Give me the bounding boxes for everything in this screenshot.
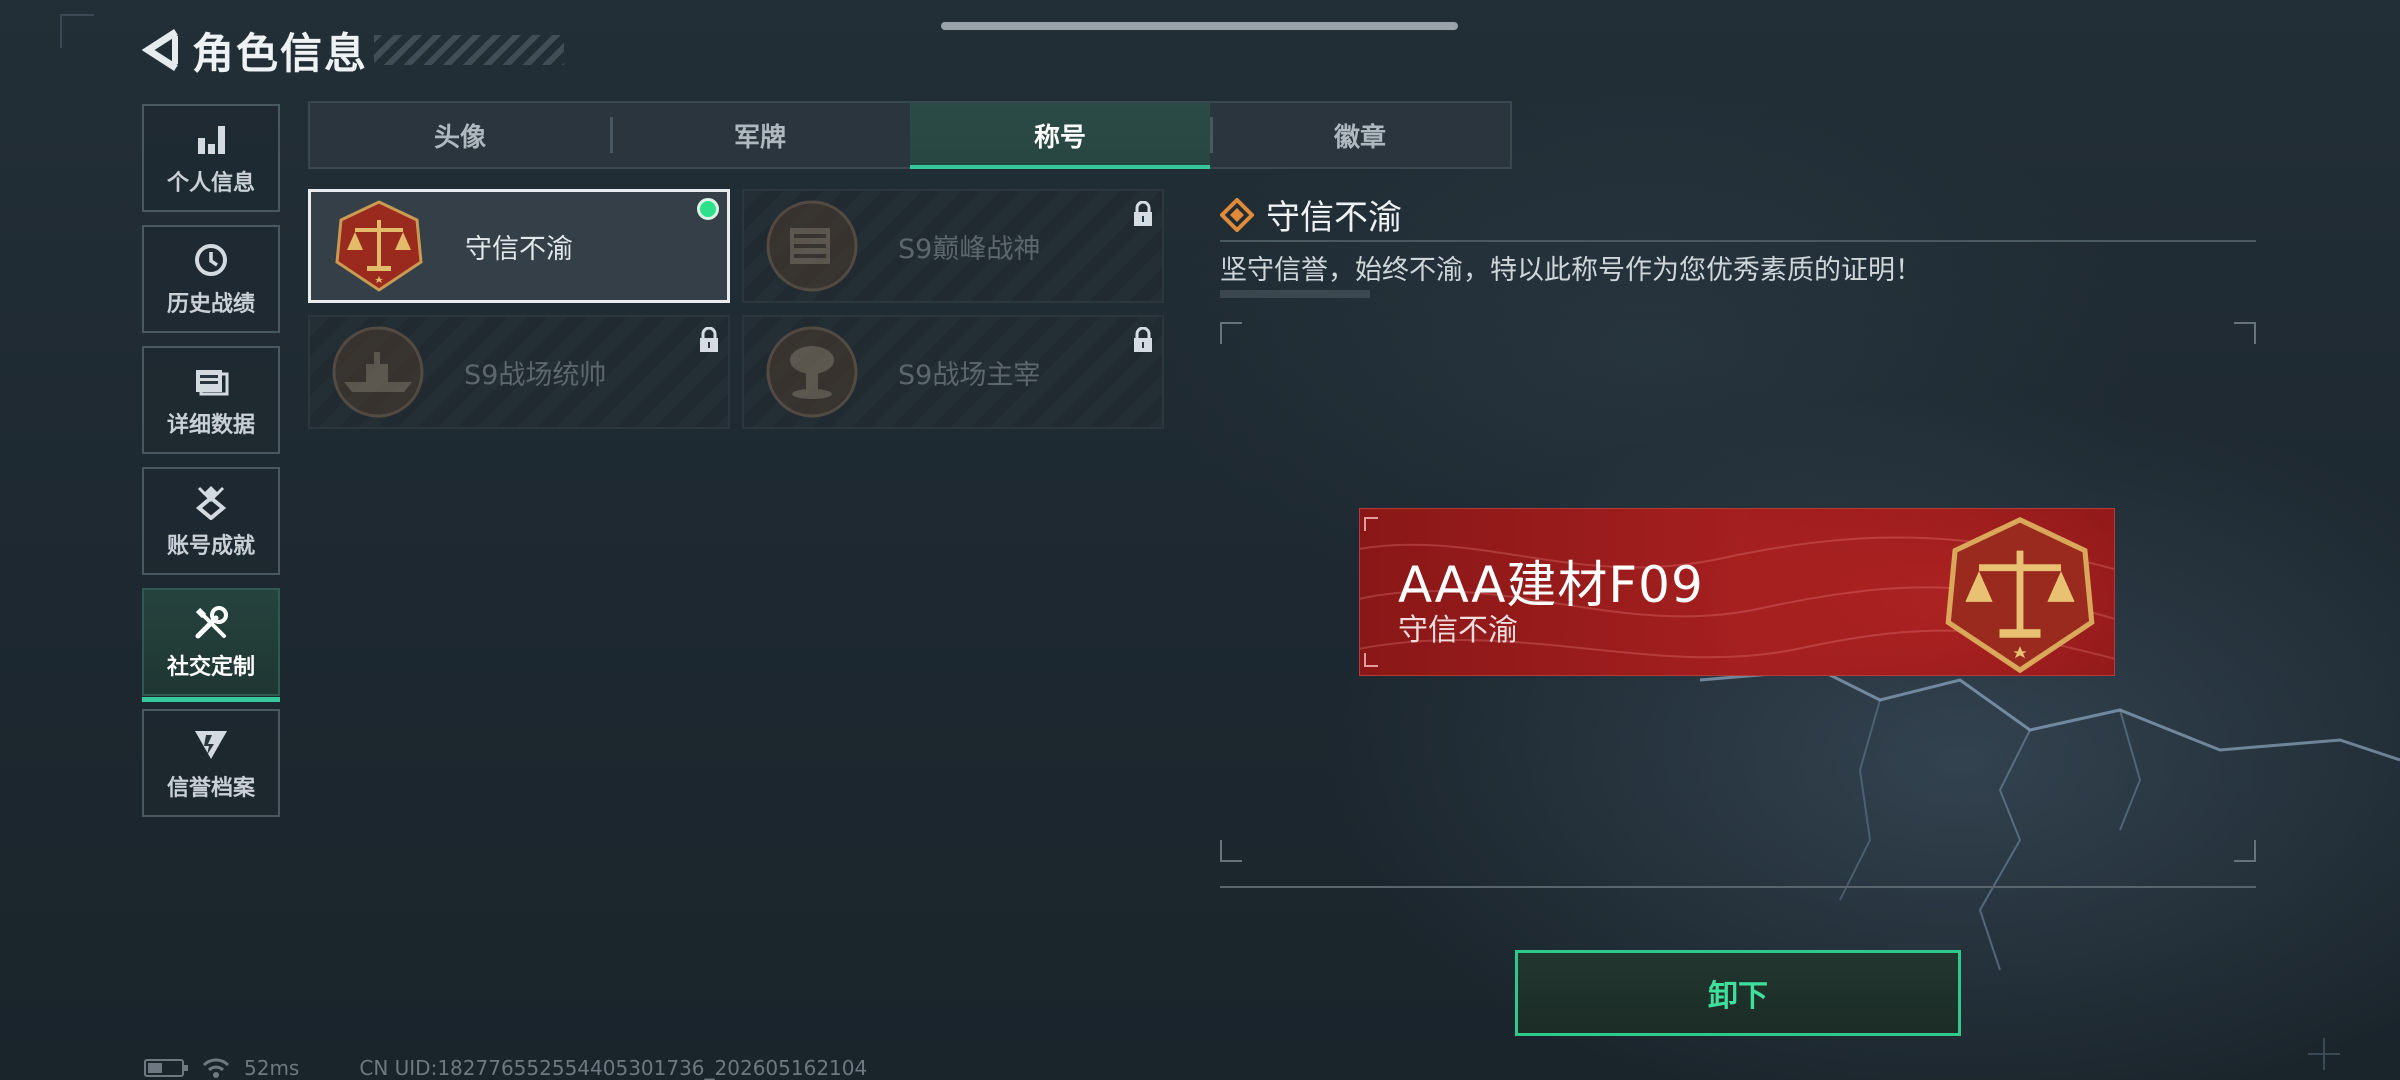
lock-icon bbox=[700, 327, 718, 352]
diamond-icon bbox=[1220, 197, 1254, 232]
title-card-name: S9战场主宰 bbox=[898, 359, 1041, 391]
lock-icon bbox=[1134, 201, 1152, 226]
title-card-trustworthy[interactable]: 守信不渝 bbox=[308, 189, 730, 303]
scales-emblem-icon bbox=[331, 198, 427, 294]
tools-icon bbox=[195, 606, 228, 639]
title-card-s9-peak-god[interactable]: S9巅峰战神 bbox=[742, 189, 1164, 303]
detail-divider bbox=[1220, 240, 2256, 242]
sidebar-item-label: 详细数据 bbox=[166, 413, 255, 438]
top-drag-handle[interactable] bbox=[941, 22, 1458, 30]
mushroom-cloud-emblem-icon bbox=[764, 324, 860, 420]
title-card-s9-battlefield-commander[interactable]: S9战场统帅 bbox=[308, 315, 730, 429]
nameplate-preview: AAA建材F09 守信不渝 bbox=[1359, 508, 2115, 676]
sidebar-item-label: 社交定制 bbox=[166, 655, 255, 680]
title-card-name: S9巅峰战神 bbox=[898, 233, 1041, 265]
sidebar-item-social-customization[interactable]: 社交定制 bbox=[142, 588, 280, 702]
corner-mark bbox=[60, 14, 94, 48]
tab-avatar[interactable]: 头像 bbox=[310, 103, 610, 167]
back-arrow-icon bbox=[142, 29, 178, 71]
detail-subtext-bar bbox=[1220, 290, 1370, 298]
status-bar: 52ms CN UID:1827765525544053017​36_20260… bbox=[144, 1056, 867, 1080]
wifi-icon bbox=[202, 1058, 230, 1078]
sidebar: 个人信息 历史战绩 详细数据 账号成就 社交定制 信誉档案 bbox=[142, 104, 280, 830]
sidebar-item-reputation-record[interactable]: 信誉档案 bbox=[142, 709, 280, 817]
unequip-button[interactable]: 卸下 bbox=[1515, 950, 1961, 1036]
bar-chart-icon bbox=[198, 126, 225, 154]
sidebar-item-label: 信誉档案 bbox=[166, 776, 255, 801]
nameplate-title: 守信不渝 bbox=[1398, 613, 1518, 648]
ping-value: 52ms bbox=[244, 1056, 300, 1080]
warship-emblem-icon bbox=[330, 324, 426, 420]
sidebar-item-label: 账号成就 bbox=[166, 534, 255, 559]
shield-badge-icon bbox=[195, 731, 227, 759]
sidebar-item-label: 个人信息 bbox=[166, 171, 255, 196]
title-card-s9-battlefield-ruler[interactable]: S9战场主宰 bbox=[742, 315, 1164, 429]
fortress-emblem-icon bbox=[764, 198, 860, 294]
clock-icon bbox=[195, 244, 227, 276]
title-card-name: 守信不渝 bbox=[465, 233, 573, 265]
header: 角色信息 bbox=[140, 22, 565, 78]
tab-title[interactable]: 称号 bbox=[910, 103, 1210, 169]
preview-divider bbox=[1220, 886, 2256, 888]
title-decoration bbox=[374, 35, 565, 65]
tab-badge[interactable]: 徽章 bbox=[1210, 103, 1510, 167]
sidebar-item-label: 历史战绩 bbox=[166, 292, 255, 317]
battery-icon bbox=[144, 1059, 188, 1077]
lock-icon bbox=[1134, 327, 1152, 352]
tab-dog-tag[interactable]: 军牌 bbox=[610, 103, 910, 167]
page-title: 角色信息 bbox=[192, 28, 369, 78]
sidebar-item-battle-history[interactable]: 历史战绩 bbox=[142, 225, 280, 333]
detail-title: 守信不渝 bbox=[1220, 190, 1402, 239]
sidebar-item-personal-info[interactable]: 个人信息 bbox=[142, 104, 280, 212]
title-card-name: S9战场统帅 bbox=[464, 359, 607, 391]
achievement-icon bbox=[195, 486, 227, 520]
scales-emblem-icon bbox=[1945, 516, 2095, 674]
sidebar-item-account-achievements[interactable]: 账号成就 bbox=[142, 467, 280, 575]
screen: 角色信息 个人信息 历史战绩 详细数据 账号成就 社交定制 信誉档案 头像 军牌… bbox=[0, 0, 2400, 1080]
equipped-indicator bbox=[697, 198, 719, 220]
back-button[interactable] bbox=[140, 22, 184, 78]
tab-bar: 头像 军牌 称号 徽章 bbox=[308, 101, 1512, 169]
detail-title-text: 守信不渝 bbox=[1266, 198, 1402, 238]
sidebar-item-detailed-data[interactable]: 详细数据 bbox=[142, 346, 280, 454]
folder-icon bbox=[196, 370, 229, 396]
uid-text: CN UID:1827765525544053017​36_2026051621… bbox=[359, 1056, 868, 1080]
plus-mark-icon bbox=[2308, 1038, 2340, 1070]
detail-description: 坚守信誉，始终不渝，特以此称号作为您优秀素质的证明！ bbox=[1220, 255, 1922, 286]
